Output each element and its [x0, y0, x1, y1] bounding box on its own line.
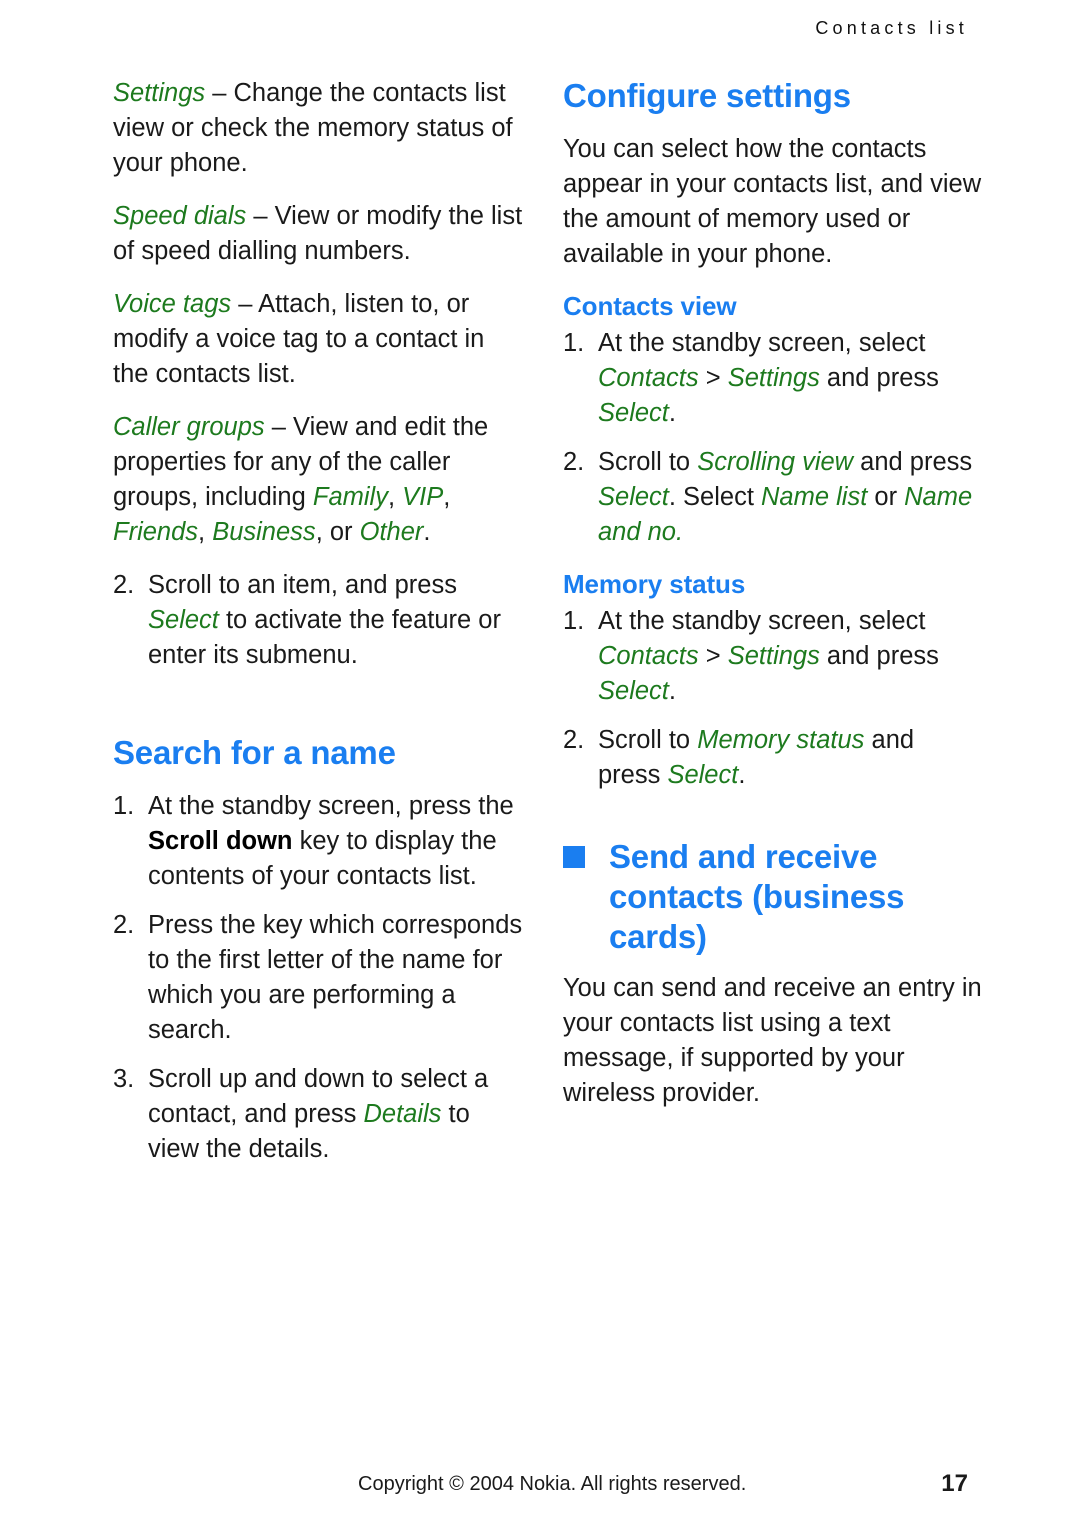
softkey-select: Select: [667, 761, 739, 789]
heading-contacts-view: Contacts view: [563, 291, 737, 321]
menu-contacts: Contacts: [598, 642, 699, 670]
softkey-select: Select: [598, 483, 669, 511]
step-text-a: At the standby screen, press the: [148, 792, 514, 820]
step-text-a: Scroll to: [598, 726, 698, 754]
option-name-list: Name list: [761, 483, 868, 511]
term-entry-settings: Settings – Change the contacts list view…: [113, 76, 523, 181]
key-scroll-down: Scroll down: [148, 827, 293, 855]
list-settings-steps: 2. Scroll to an item, and press Select to…: [113, 568, 523, 673]
list-number: 1.: [113, 792, 135, 820]
page-number: 17: [941, 1470, 968, 1497]
step-text-b: and press: [819, 642, 939, 670]
step-text-c: . Select: [668, 483, 762, 511]
list-item: 1. At the standby screen, select Contacts…: [563, 326, 983, 431]
list-contacts-view-steps: 1. At the standby screen, select Contacts…: [563, 326, 983, 550]
term-entry-caller-groups: Caller groups – View and edit the proper…: [113, 410, 523, 550]
list-number: 3.: [113, 1065, 135, 1093]
group-other: Other: [359, 518, 424, 546]
paragraph-configure-settings: You can select how the contacts appear i…: [563, 135, 982, 268]
step-text-end: .: [668, 677, 676, 705]
dash-caller-groups: –: [264, 413, 294, 441]
right-column: Configure settings You can select how th…: [563, 76, 983, 1129]
list-item: 2. Scroll to Scrolling view and press Sel…: [563, 445, 983, 550]
group-vip: VIP: [402, 483, 444, 511]
dash-speed-dials: –: [246, 202, 275, 230]
softkey-select: Select: [148, 606, 219, 634]
option-memory-status: Memory status: [697, 726, 865, 754]
term-speed-dials: Speed dials: [113, 202, 247, 230]
step-text-end: .: [738, 761, 746, 789]
list-memory-status-steps: 1. At the standby screen, select Contacts…: [563, 604, 983, 793]
manual-page: Contacts list Settings – Change the cont…: [0, 0, 1080, 1530]
dash-settings: –: [205, 79, 234, 107]
term-settings: Settings: [113, 79, 206, 107]
step-text-end: .: [668, 399, 676, 427]
sep-2: ,: [443, 483, 451, 511]
list-number: 1.: [563, 329, 585, 357]
running-header-title: Contacts list: [815, 18, 968, 38]
step-text-a: At the standby screen, select: [598, 329, 926, 357]
sep-end: .: [423, 518, 431, 546]
term-voice-tags: Voice tags: [113, 290, 232, 318]
dash-voice-tags: –: [231, 290, 259, 318]
menu-settings: Settings: [727, 364, 820, 392]
group-business: Business: [212, 518, 316, 546]
softkey-details: Details: [363, 1100, 442, 1128]
group-family: Family: [312, 483, 388, 511]
menu-settings: Settings: [727, 642, 820, 670]
step-text-a: At the standby screen, select: [598, 607, 926, 635]
list-item: 1. At the standby screen, press the Scrol…: [113, 789, 523, 894]
chapter-title-text: Send and receive contacts (business card…: [609, 838, 905, 955]
option-scrolling-view: Scrolling view: [697, 448, 854, 476]
sep-4: , or: [315, 518, 360, 546]
softkey-select: Select: [598, 399, 669, 427]
list-item: 2. Scroll to an item, and press Select to…: [113, 568, 523, 673]
left-column: Settings – Change the contacts list view…: [113, 76, 523, 1185]
step-text-d: or: [867, 483, 905, 511]
sep-1: ,: [387, 483, 403, 511]
list-item: 3. Scroll up and down to select a contact…: [113, 1062, 523, 1167]
heading-search-for-a-name: Search for a name: [113, 734, 396, 771]
step-text-a: Press the key which corresponds to the f…: [148, 911, 523, 1044]
sep-3: ,: [198, 518, 213, 546]
step-text-b: and press: [819, 364, 939, 392]
list-number: 1.: [563, 607, 585, 635]
menu-contacts: Contacts: [598, 364, 699, 392]
list-item: 2. Press the key which corresponds to the…: [113, 908, 523, 1048]
step-text-b: and press: [853, 448, 973, 476]
term-entry-voice-tags: Voice tags – Attach, listen to, or modif…: [113, 287, 523, 392]
list-item: 2. Scroll to Memory status and press Sele…: [563, 723, 983, 793]
step-text-a: Scroll to: [598, 448, 698, 476]
group-friends: Friends: [113, 518, 199, 546]
step-text-a: Scroll to an item, and press: [148, 571, 457, 599]
list-number: 2.: [113, 911, 135, 939]
menu-separator: >: [698, 642, 728, 670]
page-footer: Copyright © 2004 Nokia. All rights reser…: [0, 1471, 1080, 1505]
heading-send-and-receive-contacts: Send and receive contacts (business card…: [563, 837, 983, 957]
square-bullet-icon: [563, 846, 585, 868]
heading-memory-status: Memory status: [563, 569, 746, 599]
list-number: 2.: [113, 571, 135, 599]
term-entry-speed-dials: Speed dials – View or modify the list of…: [113, 199, 523, 269]
term-caller-groups: Caller groups: [113, 413, 265, 441]
list-number: 2.: [563, 448, 585, 476]
list-item: 1. At the standby screen, select Contacts…: [563, 604, 983, 709]
heading-configure-settings: Configure settings: [563, 77, 851, 114]
softkey-select: Select: [598, 677, 669, 705]
list-search-steps: 1. At the standby screen, press the Scrol…: [113, 789, 523, 1167]
paragraph-send-and-receive: You can send and receive an entry in you…: [563, 974, 982, 1107]
list-number: 2.: [563, 726, 585, 754]
menu-separator: >: [698, 364, 728, 392]
